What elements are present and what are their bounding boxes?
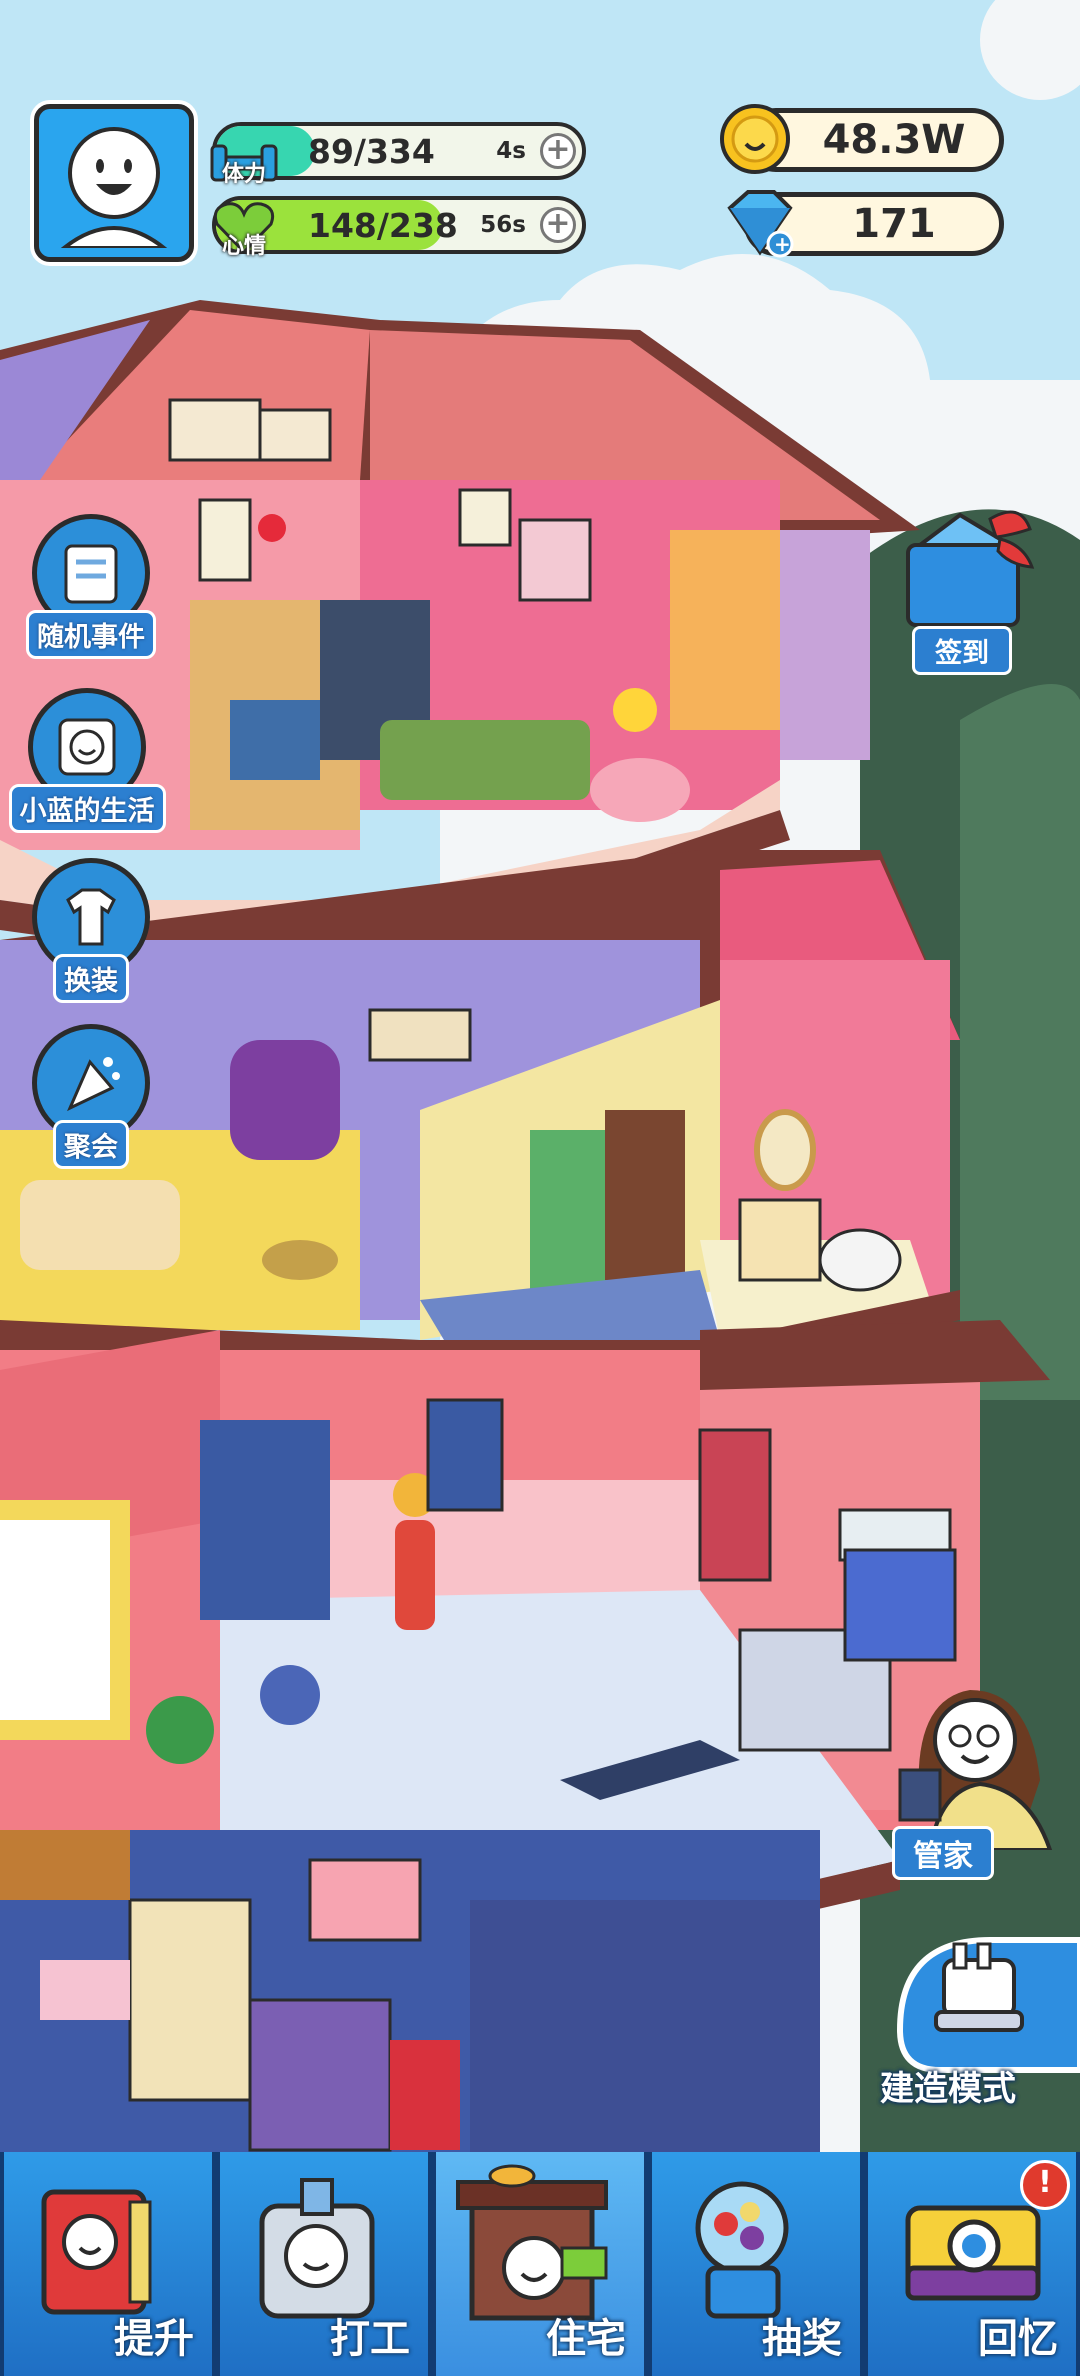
butler-button[interactable]: 管家	[880, 1660, 1080, 1880]
stamina-add-button[interactable]: +	[540, 133, 576, 169]
nav-work-label: 打工	[330, 2316, 410, 2362]
dress-up-button[interactable]: 换装	[16, 858, 166, 1003]
player-avatar[interactable]	[34, 104, 194, 262]
party-label: 聚会	[53, 1120, 129, 1169]
nav-lottery[interactable]: 抽奖	[648, 2152, 864, 2376]
build-mode-button[interactable]: 建造模式	[880, 1920, 1080, 2110]
nav-house[interactable]: 住宅	[432, 2152, 648, 2376]
mood-value: 148/238	[308, 205, 458, 245]
mood-label: 心情	[222, 234, 267, 259]
nav-memory-label: 回忆	[978, 2316, 1058, 2362]
house-icon	[456, 2164, 608, 2321]
stamina-timer: 4s	[496, 138, 526, 164]
nav-lottery-label: 抽奖	[762, 2316, 842, 2362]
coin-icon	[716, 100, 794, 178]
xiaolan-life-button[interactable]: 小蓝的生活	[8, 688, 166, 833]
stamina-label: 体力	[222, 162, 267, 187]
build-mode-label: 建造模式	[880, 2069, 1016, 2109]
smiley-face-icon	[60, 127, 168, 248]
gift-box-icon	[906, 510, 1035, 627]
nav-upgrade[interactable]: 提升	[0, 2152, 216, 2376]
signin-label: 签到	[912, 626, 1012, 675]
signin-button[interactable]: 签到	[900, 505, 1040, 675]
stamina-value: 89/334	[308, 131, 435, 171]
bottom-navigation: 提升 打工 住宅 抽奖 ! 回忆	[0, 2152, 1080, 2376]
nav-upgrade-label: 提升	[114, 2316, 194, 2362]
diamond-icon: +	[716, 186, 800, 266]
party-button[interactable]: 聚会	[16, 1024, 166, 1169]
nav-memory[interactable]: ! 回忆	[864, 2152, 1080, 2376]
gacha-machine-icon	[695, 2181, 789, 2319]
svg-text:+: +	[774, 232, 791, 256]
gem-value: 171	[852, 201, 936, 247]
dress-up-label: 换装	[53, 954, 129, 1003]
nav-house-label: 住宅	[546, 2316, 626, 2362]
random-event-button[interactable]: 随机事件	[16, 514, 166, 659]
work-badge-icon	[259, 2178, 375, 2319]
xiaolan-life-label: 小蓝的生活	[8, 784, 166, 833]
random-event-label: 随机事件	[26, 610, 156, 659]
butler-avatar-icon	[898, 1690, 1053, 1852]
nav-work[interactable]: 打工	[216, 2152, 432, 2376]
butler-label: 管家	[892, 1826, 994, 1880]
notification-badge: !	[1020, 2160, 1070, 2210]
book-icon	[41, 2189, 152, 2315]
mood-timer: 56s	[480, 212, 526, 238]
mood-add-button[interactable]: +	[540, 207, 576, 243]
coin-value: 48.3W	[822, 117, 966, 163]
